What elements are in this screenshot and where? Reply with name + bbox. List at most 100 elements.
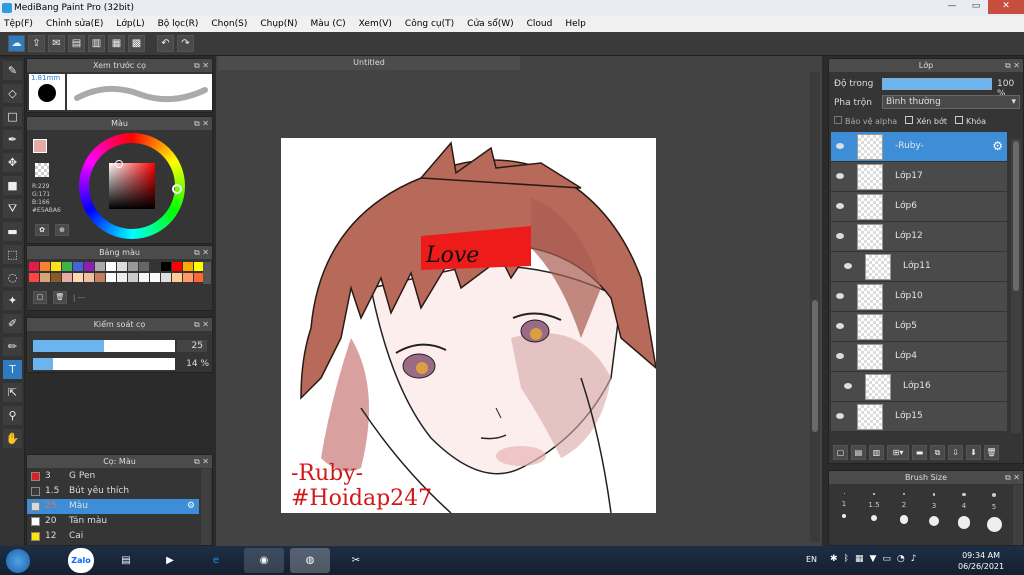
brush-list-scrollbar[interactable] [201,469,211,545]
menu-filter[interactable]: Bộ lọc(R) [158,19,199,29]
new-1bit-layer-icon[interactable]: ▥ [869,445,884,460]
panel-close-icon[interactable]: ⧉ ✕ [194,117,209,130]
page-icon[interactable]: ▤ [68,35,85,52]
new-8bit-layer-icon[interactable]: ▤ [851,445,866,460]
layer-add-menu-icon[interactable]: ⊞▾ [887,445,909,460]
brush-size-preset[interactable]: 2 [889,485,919,543]
palette-swatch[interactable] [150,262,160,271]
blend-mode-select[interactable]: Bình thường ▾ [882,95,1020,109]
select-eraser-icon[interactable]: ✏ [3,337,22,356]
layer-row[interactable]: Lớp11 [831,252,1007,282]
operation-tool-icon[interactable]: ⇱ [3,383,22,402]
magic-wand-icon[interactable]: ✦ [3,291,22,310]
palette-swatch[interactable] [29,273,39,282]
battery-icon[interactable]: ▭ [882,554,891,564]
panel-close-icon[interactable]: ⧉ ✕ [1005,59,1020,72]
maximize-button[interactable]: ▭ [964,0,988,14]
brush-list-item[interactable]: 12 Cai [27,529,199,544]
text-tool-icon[interactable]: T [3,360,22,379]
palette-swatch[interactable] [117,262,127,271]
eye-icon[interactable] [836,143,844,149]
palette-swatch[interactable] [172,262,182,271]
color-picker-icon[interactable]: ✿ [35,224,49,236]
close-button[interactable]: ✕ [988,0,1024,14]
palette-swatch[interactable] [172,273,182,282]
palette-swatch[interactable] [139,273,149,282]
menu-select[interactable]: Chọn(S) [211,19,247,29]
eye-icon[interactable] [836,353,844,359]
layer-down-icon[interactable]: ⬇ [966,445,981,460]
palette-swatch[interactable] [183,273,193,282]
palette-swatch[interactable] [95,273,105,282]
eye-icon[interactable] [836,203,844,209]
gradient-tool-icon[interactable]: ▬ [3,222,22,241]
palette-swatch[interactable] [40,273,50,282]
palette-swatch[interactable] [128,262,138,271]
brush-tool-icon[interactable]: ✎ [3,61,22,80]
layer-row[interactable]: Lớp15 [831,402,1007,432]
bucket-tool-icon[interactable]: ⛛ [3,199,22,218]
eye-icon[interactable] [844,263,852,269]
brush-size-value[interactable]: 25 [177,340,207,352]
palette-swatch[interactable] [73,273,83,282]
eye-icon[interactable] [844,383,852,389]
new-palette-icon[interactable]: ▢ [33,291,47,304]
scroll-thumb[interactable] [812,300,818,432]
medibang-icon[interactable]: ◍ [290,548,330,573]
network-icon[interactable]: ▦ [855,554,864,564]
tray-app-icon[interactable]: ✱ [830,554,838,564]
palette-swatch[interactable] [73,262,83,271]
panel-close-icon[interactable]: ⧉ ✕ [194,59,209,72]
layer-row[interactable]: Lớp6 [831,192,1007,222]
layer-list-scrollbar[interactable] [1011,139,1021,433]
primary-color-swatch[interactable] [33,139,47,153]
panel-icon[interactable]: ▦ [108,35,125,52]
menu-view[interactable]: Xem(V) [359,19,392,29]
protect-alpha-checkbox[interactable]: Bảo vệ alpha [834,116,897,126]
snipping-tool-icon[interactable]: ✂ [336,548,376,573]
eraser-tool-icon[interactable]: ◇ [3,84,22,103]
redo-icon[interactable]: ↷ [177,35,194,52]
brush-list-item[interactable]: 3 G Pen [27,469,199,484]
merge-layer-icon[interactable]: ⇩ [948,445,963,460]
menu-cloud[interactable]: Cloud [527,19,553,29]
bluetooth-icon[interactable]: ᛒ [844,554,849,564]
palette-swatch[interactable] [51,262,61,271]
palette-swatch[interactable] [95,262,105,271]
move-tool-icon[interactable]: ✥ [3,153,22,172]
eye-icon[interactable] [836,173,844,179]
palette-swatch[interactable] [40,262,50,271]
eye-icon[interactable] [836,233,844,239]
palette-swatch[interactable] [150,273,160,282]
palette-scrollbar[interactable] [203,262,211,284]
brush-list-item[interactable]: 25 Màu ⚙ [27,499,199,514]
layer-row[interactable]: Lớp17 [831,162,1007,192]
select-pen-icon[interactable]: ✐ [3,314,22,333]
document-icon[interactable]: ▥ [88,35,105,52]
fill-rect-tool-icon[interactable]: ■ [3,176,22,195]
duplicate-layer-icon[interactable]: ⧉ [930,445,945,460]
eye-icon[interactable] [836,293,844,299]
brush-size-preset[interactable]: 5 [979,485,1009,543]
hand-tool-icon[interactable]: ✋ [3,429,22,448]
palette-swatch[interactable] [161,273,171,282]
gear-icon[interactable]: ⚙ [992,139,1003,153]
panel-close-icon[interactable]: ⧉ ✕ [194,318,209,331]
palette-swatch[interactable] [106,273,116,282]
palette-swatch[interactable] [84,273,94,282]
brush-size-preset[interactable]: 3 [919,485,949,543]
layer-row[interactable]: -Ruby- ⚙ [831,132,1007,162]
transparent-swatch-icon[interactable] [35,163,49,177]
undo-icon[interactable]: ↶ [157,35,174,52]
layer-row[interactable]: Lớp10 [831,282,1007,312]
panel-close-icon[interactable]: ⧉ ✕ [194,455,209,468]
palette-swatch[interactable] [84,262,94,271]
internet-explorer-icon[interactable]: e [196,548,236,573]
language-indicator[interactable]: EN [806,555,817,564]
menu-file[interactable]: Tệp(F) [4,19,33,29]
brush-size-slider[interactable] [33,340,175,352]
clipping-checkbox[interactable]: Xén bớt [905,116,947,126]
volume-icon[interactable]: ♪ [911,554,917,564]
palette-swatch[interactable] [51,273,61,282]
layer-row[interactable]: Lớp4 [831,342,1007,372]
